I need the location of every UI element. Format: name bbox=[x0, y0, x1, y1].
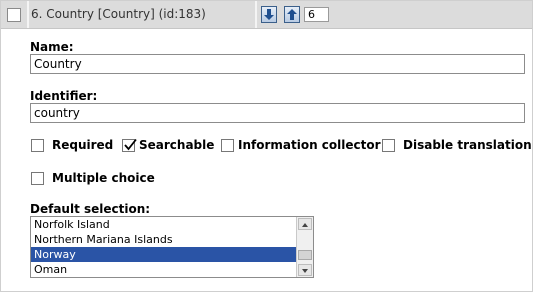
information-collector-checkbox[interactable] bbox=[221, 139, 234, 152]
select-attribute-checkbox[interactable] bbox=[7, 8, 21, 22]
required-checkbox[interactable] bbox=[31, 139, 44, 152]
arrow-up-icon bbox=[287, 9, 297, 20]
name-label: Name: bbox=[30, 40, 74, 54]
searchable-label: Searchable bbox=[139, 138, 215, 152]
list-item-selected[interactable]: Norway bbox=[31, 247, 296, 262]
chevron-down-icon bbox=[302, 269, 308, 273]
list-item[interactable]: Oman bbox=[31, 262, 296, 277]
attribute-title: 6. Country [Country] (id:183) bbox=[31, 7, 206, 21]
move-up-button[interactable] bbox=[284, 6, 300, 23]
disable-translation-checkbox[interactable] bbox=[382, 139, 395, 152]
chevron-up-icon bbox=[302, 223, 308, 227]
searchable-checkbox[interactable] bbox=[122, 138, 137, 152]
scroll-thumb[interactable] bbox=[298, 250, 312, 260]
divider bbox=[27, 1, 29, 28]
list-item[interactable]: Norfolk Island bbox=[31, 217, 296, 232]
arrow-down-icon bbox=[264, 9, 274, 20]
scroll-down-button[interactable] bbox=[298, 264, 312, 276]
default-selection-label: Default selection: bbox=[30, 202, 151, 216]
priority-input[interactable] bbox=[304, 7, 329, 22]
multiple-choice-label: Multiple choice bbox=[52, 171, 155, 185]
multiple-choice-checkbox[interactable] bbox=[31, 172, 44, 185]
list-item[interactable]: Northern Mariana Islands bbox=[31, 232, 296, 247]
name-input[interactable] bbox=[30, 54, 525, 74]
move-down-button[interactable] bbox=[261, 6, 277, 23]
identifier-label: Identifier: bbox=[30, 89, 98, 103]
listbox-scrollbar[interactable] bbox=[296, 217, 313, 277]
checkmark-icon bbox=[124, 138, 137, 151]
information-collector-label: Information collector bbox=[238, 138, 381, 152]
disable-translation-label: Disable translation bbox=[403, 138, 532, 152]
required-label: Required bbox=[52, 138, 114, 152]
select-cell bbox=[1, 1, 27, 28]
attribute-header: 6. Country [Country] (id:183) bbox=[1, 1, 532, 29]
divider bbox=[255, 1, 257, 28]
scroll-up-button[interactable] bbox=[298, 218, 312, 230]
identifier-input[interactable] bbox=[30, 103, 525, 123]
default-selection-listbox[interactable]: Norfolk Island Northern Mariana Islands … bbox=[30, 216, 314, 278]
